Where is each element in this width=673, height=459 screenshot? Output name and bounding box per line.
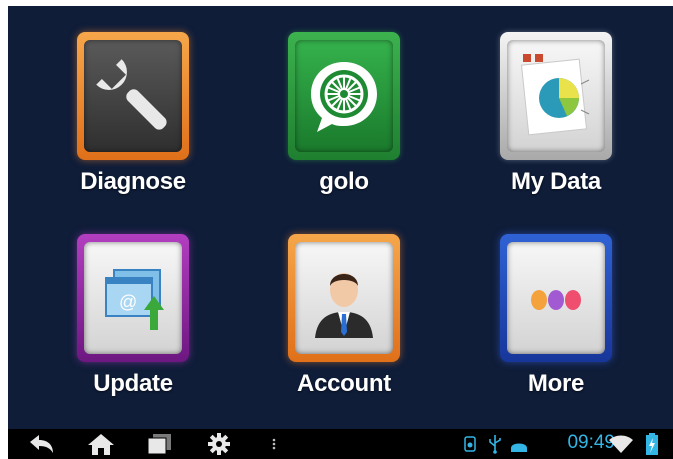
more-label: More	[527, 370, 585, 397]
three-dots-icon	[531, 290, 581, 310]
diagnose-label: Diagnose	[80, 168, 186, 195]
camera-notification-icon	[464, 436, 476, 452]
usb-icon	[489, 435, 501, 454]
menu-dots-icon[interactable]	[268, 432, 280, 456]
home-icon[interactable]	[86, 432, 116, 456]
update-window-icon: @	[105, 269, 164, 330]
golo-tile[interactable]	[288, 32, 400, 160]
app-more[interactable]: More	[456, 208, 656, 398]
more-tile[interactable]	[500, 234, 612, 362]
my-data-label: My Data	[511, 168, 601, 195]
recent-apps-icon[interactable]	[144, 432, 174, 456]
app-update[interactable]: @ Update	[33, 208, 233, 398]
pie-chart-icon	[520, 54, 590, 136]
diagnose-tile[interactable]	[77, 32, 189, 160]
my-data-tile[interactable]	[500, 32, 612, 160]
system-bar: 09:49	[8, 429, 673, 459]
launcher-screen: Diagnose golo My Data @ Update Account M…	[8, 6, 673, 459]
android-debug-icon	[511, 443, 527, 452]
account-label: Account	[297, 370, 391, 397]
app-golo[interactable]: golo	[244, 6, 444, 196]
back-icon[interactable]	[26, 432, 56, 456]
update-tile[interactable]: @	[77, 234, 189, 362]
app-my-data[interactable]: My Data	[456, 6, 656, 196]
settings-icon[interactable]	[204, 432, 234, 456]
golo-label: golo	[319, 168, 369, 195]
app-diagnose[interactable]: Diagnose	[33, 6, 233, 196]
wifi-icon	[609, 435, 633, 453]
person-icon	[315, 273, 373, 338]
battery-charging-icon	[646, 433, 658, 455]
update-label: Update	[93, 370, 173, 397]
golo-wheel-icon	[311, 62, 377, 132]
app-account[interactable]: Account	[244, 208, 444, 398]
svg-text:@: @	[119, 292, 137, 312]
wrench-icon	[96, 59, 167, 130]
account-tile[interactable]	[288, 234, 400, 362]
